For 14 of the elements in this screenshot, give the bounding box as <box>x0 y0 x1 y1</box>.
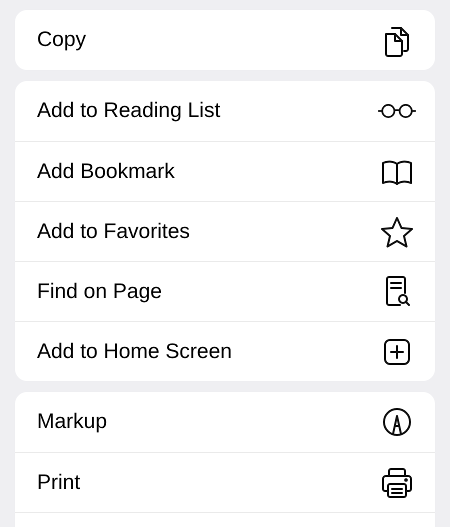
menu-item[interactable]: Find on Page <box>15 261 435 321</box>
menu-item[interactable]: Add to Home Screen <box>15 321 435 381</box>
menu-item[interactable]: Markup <box>15 392 435 452</box>
menu-item[interactable]: Add to Reading List <box>15 81 435 141</box>
book-icon <box>380 158 414 186</box>
printer-icon <box>380 466 414 498</box>
glasses-icon <box>377 101 417 121</box>
menu-item[interactable]: Print <box>15 452 435 512</box>
add-icon <box>382 336 412 366</box>
menu-item[interactable]: Add Bookmark <box>15 141 435 201</box>
menu-item[interactable]: Copy <box>15 10 435 70</box>
menu-item[interactable]: Add to Favorites <box>15 201 435 261</box>
star-icon <box>380 216 414 248</box>
pen-tip-icon <box>381 406 413 438</box>
